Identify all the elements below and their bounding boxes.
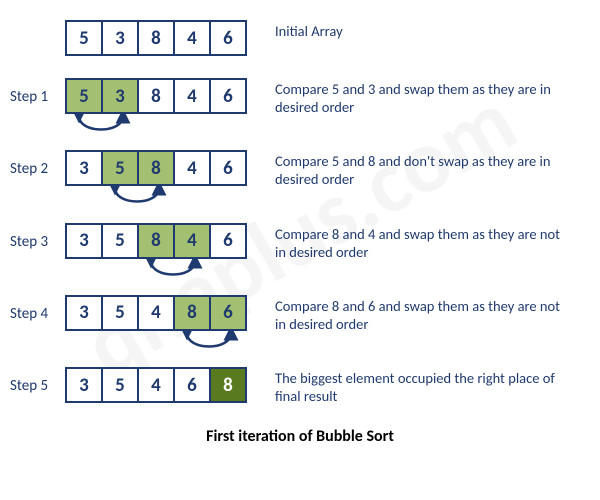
array-cell: 4: [173, 20, 211, 56]
array-cell: 3: [101, 20, 139, 56]
array-cell: 3: [65, 367, 103, 403]
array: 53846: [65, 20, 247, 56]
step-label: Step 2: [10, 150, 65, 178]
array-cell: 6: [173, 367, 211, 403]
swap-arrow-icon: [173, 331, 233, 355]
array-wrapper: 35846: [65, 223, 247, 259]
array-wrapper: 53846: [65, 78, 247, 114]
array-wrapper: 35486: [65, 295, 247, 331]
array-wrapper: 35468: [65, 367, 247, 403]
step-row: Step 153846 Compare 5 and 3 and swap them…: [10, 78, 590, 116]
array-cell: 8: [137, 20, 175, 56]
array: 35846: [65, 223, 247, 259]
step-row: Step 235846 Compare 5 and 8 and don't swa…: [10, 150, 590, 188]
array: 35846: [65, 150, 247, 186]
diagram-caption: First iteration of Bubble Sort: [10, 427, 590, 446]
array-cell: 5: [101, 367, 139, 403]
array-cell: 8: [173, 295, 211, 331]
step-description: Compare 8 and 4 and swap them as they ar…: [275, 223, 565, 261]
array-cell: 5: [101, 150, 139, 186]
array-cell: 4: [137, 295, 175, 331]
step-label: Step 3: [10, 223, 65, 251]
step-label: Step 5: [10, 367, 65, 395]
array-cell: 6: [209, 20, 247, 56]
swap-arrow-icon: [65, 114, 125, 138]
array: 53846: [65, 78, 247, 114]
array-cell: 4: [173, 223, 211, 259]
array-cell: 8: [137, 78, 175, 114]
array-cell: 3: [101, 78, 139, 114]
array-cell: 6: [209, 295, 247, 331]
step-label: Step 4: [10, 295, 65, 323]
array: 35468: [65, 367, 247, 403]
initial-row: 53846 Initial Array: [10, 20, 590, 56]
step-label: [10, 20, 65, 30]
array-cell: 4: [173, 150, 211, 186]
array-cell: 4: [173, 78, 211, 114]
array-cell: 8: [137, 150, 175, 186]
step-row: Step 335846 Compare 8 and 4 and swap them…: [10, 223, 590, 261]
array: 35486: [65, 295, 247, 331]
diagram-rows: 53846Initial ArrayStep 153846Compare 5 a…: [10, 20, 590, 405]
step-description: The biggest element occupied the right p…: [275, 367, 565, 405]
step-description: Compare 8 and 6 and swap them as they ar…: [275, 295, 565, 333]
swap-arrow-icon: [137, 259, 197, 283]
array-cell: 5: [65, 78, 103, 114]
step-description: Compare 5 and 3 and swap them as they ar…: [275, 78, 565, 116]
array-cell: 5: [101, 295, 139, 331]
array-cell: 6: [209, 78, 247, 114]
array-wrapper: 35846: [65, 150, 247, 186]
step-label: Step 1: [10, 78, 65, 106]
step-row: Step 435486 Compare 8 and 6 and swap them…: [10, 295, 590, 333]
array-cell: 3: [65, 150, 103, 186]
array-wrapper: 53846: [65, 20, 247, 56]
step-row: Step 535468 The biggest element occupied …: [10, 367, 590, 405]
array-cell: 8: [209, 367, 247, 403]
array-cell: 5: [101, 223, 139, 259]
array-cell: 6: [209, 223, 247, 259]
array-cell: 4: [137, 367, 175, 403]
array-cell: 3: [65, 223, 103, 259]
array-cell: 5: [65, 20, 103, 56]
array-cell: 8: [137, 223, 175, 259]
initial-label: Initial Array: [275, 20, 343, 40]
step-description: Compare 5 and 8 and don't swap as they a…: [275, 150, 565, 188]
array-cell: 3: [65, 295, 103, 331]
swap-arrow-icon: [101, 186, 161, 210]
array-cell: 6: [209, 150, 247, 186]
